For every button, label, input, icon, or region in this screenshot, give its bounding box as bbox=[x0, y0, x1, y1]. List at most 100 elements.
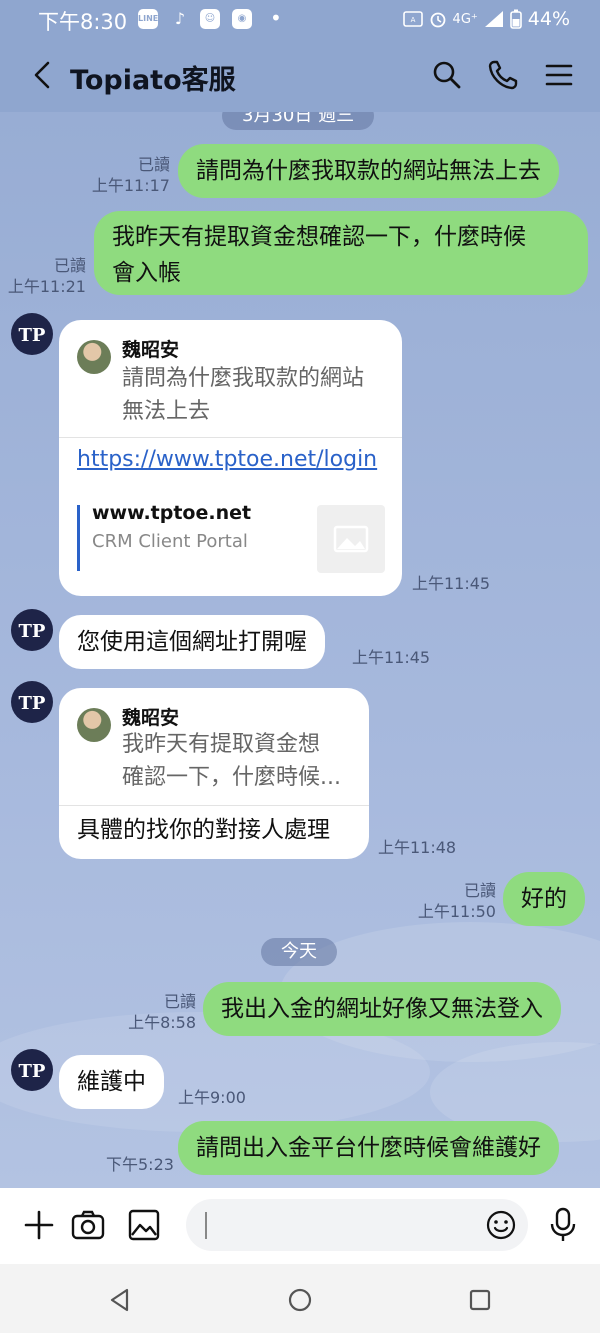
nav-recents-icon[interactable] bbox=[466, 1286, 494, 1314]
date-separator: 3月30日 週三 bbox=[222, 112, 375, 130]
emoji-icon[interactable] bbox=[484, 1208, 518, 1242]
link-preview-domain[interactable]: www.tptoe.net bbox=[92, 502, 251, 524]
contact-avatar[interactable]: TP bbox=[11, 1049, 53, 1091]
message-time: 上午11:21 bbox=[7, 277, 86, 296]
battery-percent: 44% bbox=[527, 8, 570, 30]
reply-card-message[interactable]: 魏昭安 請問為什麼我取款的網站 無法上去 https://www.tptoe.n… bbox=[59, 320, 402, 596]
message-meta: 已讀 上午11:17 bbox=[80, 154, 170, 196]
message-meta: 已讀 上午11:21 bbox=[2, 255, 86, 297]
contact-avatar[interactable]: TP bbox=[11, 313, 53, 355]
card-divider bbox=[59, 437, 402, 438]
outgoing-message[interactable]: 我昨天有提取資金想確認一下，什麼時候 會入帳 bbox=[94, 211, 588, 295]
read-receipt: 已讀 bbox=[53, 256, 86, 275]
message-meta: 已讀 上午11:50 bbox=[410, 880, 496, 922]
message-time: 上午11:48 bbox=[378, 838, 457, 857]
more-notifications-dot-icon: • bbox=[270, 6, 282, 30]
image-icon[interactable] bbox=[126, 1207, 162, 1243]
menu-icon[interactable] bbox=[542, 58, 576, 92]
network-type: 4G⁺ bbox=[452, 11, 478, 27]
chat-header: Topiato客服 bbox=[0, 40, 600, 112]
link-preview-bar bbox=[77, 505, 80, 571]
status-bar: 下午8:30 LINE ♪ ☺ ◉ • A 4G⁺ 44% bbox=[0, 0, 600, 40]
message-text: 好的 bbox=[521, 886, 567, 912]
app-notification-icon: ☺ bbox=[200, 9, 220, 29]
plus-icon[interactable] bbox=[22, 1208, 56, 1242]
quoted-text: 我昨天有提取資金想 確認一下，什麼時候... bbox=[122, 728, 341, 794]
auto-icon: A bbox=[402, 11, 423, 27]
image-placeholder-icon bbox=[333, 525, 369, 553]
card-divider bbox=[59, 805, 369, 806]
message-text: 請問出入金平台什麼時候會維護好 bbox=[196, 1135, 541, 1161]
nav-back-icon[interactable] bbox=[106, 1286, 134, 1314]
date-separator: 今天 bbox=[261, 938, 337, 966]
status-right-group: A 4G⁺ 44% bbox=[402, 7, 570, 31]
quoted-user-avatar bbox=[77, 340, 111, 374]
contact-avatar[interactable]: TP bbox=[11, 681, 53, 723]
tp-logo-icon: TP bbox=[19, 621, 46, 642]
camera-icon[interactable] bbox=[70, 1207, 106, 1243]
read-receipt: 已讀 bbox=[137, 155, 170, 174]
message-text-line: 會入帳 bbox=[112, 260, 181, 286]
back-arrow-icon[interactable] bbox=[26, 58, 60, 92]
quoted-text: 請問為什麼我取款的網站 無法上去 bbox=[122, 362, 364, 428]
phone-icon[interactable] bbox=[486, 58, 520, 92]
link-preview-title[interactable]: CRM Client Portal bbox=[92, 531, 248, 552]
search-icon[interactable] bbox=[430, 58, 464, 92]
quoted-text-line: 我昨天有提取資金想 bbox=[122, 732, 321, 757]
message-text: 具體的找你的對接人處理 bbox=[77, 817, 330, 843]
svg-text:TP: TP bbox=[19, 1061, 46, 1082]
message-time: 上午11:50 bbox=[417, 902, 496, 921]
message-meta: 已讀 上午8:58 bbox=[110, 991, 196, 1033]
quoted-text-line: 無法上去 bbox=[122, 399, 211, 424]
quoted-user-name: 魏昭安 bbox=[122, 339, 180, 361]
quoted-text-line: 請問為什麼我取款的網站 bbox=[122, 366, 365, 391]
text-cursor bbox=[205, 1212, 207, 1239]
nav-home-icon[interactable] bbox=[286, 1286, 314, 1314]
message-text: 請問為什麼我取款的網站無法上去 bbox=[196, 158, 541, 184]
incoming-message[interactable]: 您使用這個網址打開喔 bbox=[59, 615, 325, 669]
svg-text:A: A bbox=[410, 16, 415, 24]
outgoing-message[interactable]: 我出入金的網址好像又無法登入 bbox=[203, 982, 561, 1036]
svg-text:TP: TP bbox=[19, 693, 46, 714]
microphone-icon[interactable] bbox=[546, 1206, 580, 1244]
link-preview-thumbnail[interactable] bbox=[317, 505, 385, 573]
quoted-text-line: 確認一下，什麼時候... bbox=[122, 765, 341, 790]
message-text: 您使用這個網址打開喔 bbox=[77, 629, 307, 655]
battery-icon bbox=[509, 9, 522, 29]
outgoing-message[interactable]: 請問為什麼我取款的網站無法上去 bbox=[178, 144, 559, 198]
chat-title: Topiato客服 bbox=[70, 65, 236, 96]
message-time: 下午5:23 bbox=[106, 1155, 174, 1174]
outgoing-message[interactable]: 好的 bbox=[503, 872, 585, 926]
outgoing-message[interactable]: 請問出入金平台什麼時候會維護好 bbox=[178, 1121, 559, 1175]
read-receipt: 已讀 bbox=[463, 881, 496, 900]
contact-avatar[interactable]: TP bbox=[11, 609, 53, 651]
message-text: 我出入金的網址好像又無法登入 bbox=[221, 996, 543, 1022]
line-notification-icon: LINE bbox=[138, 9, 158, 29]
message-time: 上午11:45 bbox=[412, 574, 491, 593]
tp-logo-icon: TP bbox=[19, 693, 46, 714]
quoted-user-avatar bbox=[77, 708, 111, 742]
message-time: 上午11:45 bbox=[352, 648, 431, 667]
reply-message[interactable]: 魏昭安 我昨天有提取資金想 確認一下，什麼時候... 具體的找你的對接人處理 bbox=[59, 688, 369, 859]
status-time: 下午8:30 bbox=[38, 10, 128, 34]
incoming-message[interactable]: 維護中 bbox=[59, 1055, 164, 1109]
tiktok-notification-icon: ♪ bbox=[174, 9, 186, 28]
message-text-line: 我昨天有提取資金想確認一下，什麼時候 bbox=[112, 224, 526, 250]
tp-logo-icon: TP bbox=[19, 1061, 46, 1082]
message-text: 維護中 bbox=[77, 1069, 146, 1095]
quoted-user-name: 魏昭安 bbox=[122, 707, 180, 729]
alarm-icon bbox=[430, 12, 445, 28]
system-nav-bar bbox=[0, 1264, 600, 1333]
tp-logo-icon: TP bbox=[19, 325, 46, 346]
message-time: 上午11:17 bbox=[91, 176, 170, 195]
app-notification-icon-2: ◉ bbox=[232, 9, 252, 29]
message-link[interactable]: https://www.tptoe.net/login bbox=[77, 447, 377, 472]
message-time: 上午8:58 bbox=[128, 1013, 196, 1032]
message-input[interactable] bbox=[186, 1199, 528, 1251]
message-time: 上午9:00 bbox=[178, 1088, 246, 1107]
signal-icon bbox=[484, 11, 503, 27]
message-composer bbox=[0, 1188, 600, 1264]
chat-area[interactable]: 3月30日 週三 已讀 上午11:17 請問為什麼我取款的網站無法上去 已讀 上… bbox=[0, 112, 600, 1188]
read-receipt: 已讀 bbox=[163, 992, 196, 1011]
svg-text:TP: TP bbox=[19, 325, 46, 346]
